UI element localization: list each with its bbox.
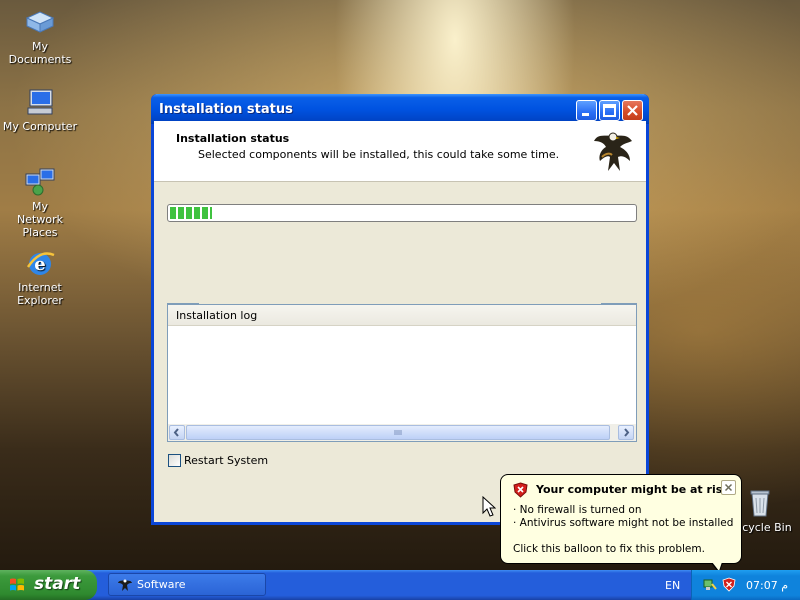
installation-log-panel: Installation log [167, 303, 637, 442]
restart-system-checkbox[interactable] [168, 454, 181, 467]
desktop-icon-internet-explorer[interactable]: e Internet Explorer [0, 247, 80, 307]
install-progress-fill [170, 207, 212, 219]
close-icon [627, 105, 638, 116]
scroll-thumb[interactable] [186, 425, 610, 440]
balloon-line-firewall: · No firewall is turned on [513, 504, 642, 516]
log-column-header[interactable]: Installation log [168, 305, 636, 326]
my-documents-icon [25, 11, 55, 33]
internet-explorer-icon: e [26, 252, 55, 275]
scroll-right-button[interactable] [618, 425, 634, 440]
restart-system-option[interactable]: Restart System [168, 454, 268, 467]
desktop-icon-my-network-places[interactable]: My Network Places [0, 166, 80, 239]
window-title: Installation status [159, 102, 293, 117]
recycle-bin-icon [750, 490, 770, 517]
install-progress-bar [167, 204, 637, 222]
desktop-icon-label: My Documents [8, 40, 72, 66]
close-icon [724, 483, 733, 492]
chevron-right-icon [624, 428, 630, 437]
window-titlebar[interactable]: Installation status [151, 94, 649, 124]
desktop-icon-my-documents[interactable]: My Documents [0, 6, 80, 66]
desktop-icon-my-computer[interactable]: My Computer [0, 86, 80, 133]
desktop-icon-label: Internet Explorer [17, 281, 63, 307]
start-button[interactable]: start [0, 570, 97, 600]
installation-window: Installation status Installation status … [151, 94, 649, 525]
clock[interactable]: 07:07 م [746, 579, 788, 592]
my-computer-icon [27, 89, 53, 115]
windows-logo-icon [10, 578, 24, 591]
wizard-header-title: Installation status [176, 132, 290, 145]
security-alert-balloon[interactable]: Your computer might be at risk · No fire… [500, 474, 742, 573]
restart-system-label: Restart System [184, 454, 269, 467]
eagle-app-icon [118, 579, 132, 591]
taskbar-button-label: Software [137, 578, 186, 591]
start-label: start [34, 574, 81, 594]
network-tray-icon[interactable] [703, 577, 717, 592]
mouse-cursor-icon [482, 496, 496, 517]
network-places-icon [25, 168, 55, 196]
minimize-button[interactable] [576, 100, 597, 121]
language-indicator[interactable]: EN [665, 579, 680, 592]
wizard-header-subtitle: Selected components will be installed, t… [198, 148, 560, 161]
eagle-logo-icon [594, 132, 632, 171]
maximize-button[interactable] [599, 100, 620, 121]
minimize-icon [582, 113, 589, 116]
desktop-icon-label: My Network Places [17, 200, 63, 239]
scroll-left-button[interactable] [169, 425, 185, 440]
desktop-icon-label: My Computer [2, 120, 78, 133]
security-center-tray-icon[interactable] [722, 577, 736, 592]
balloon-title: Your computer might be at risk [536, 483, 730, 496]
maximize-icon [603, 104, 616, 117]
wizard-header: Installation status Selected components … [154, 121, 646, 182]
taskbar: start Software EN 07:07 م [0, 570, 800, 600]
chevron-left-icon [173, 428, 179, 437]
balloon-fix-link[interactable]: Click this balloon to fix this problem. [513, 543, 705, 555]
log-horizontal-scrollbar[interactable] [168, 424, 636, 441]
close-button[interactable] [622, 100, 643, 121]
balloon-close-button[interactable] [721, 480, 736, 495]
balloon-line-antivirus: · Antivirus software might not be instal… [513, 517, 734, 529]
system-tray: 07:07 م [691, 570, 800, 600]
taskbar-button-software[interactable]: Software [108, 573, 266, 596]
security-shield-icon [513, 482, 528, 498]
grip-icon [394, 430, 402, 435]
